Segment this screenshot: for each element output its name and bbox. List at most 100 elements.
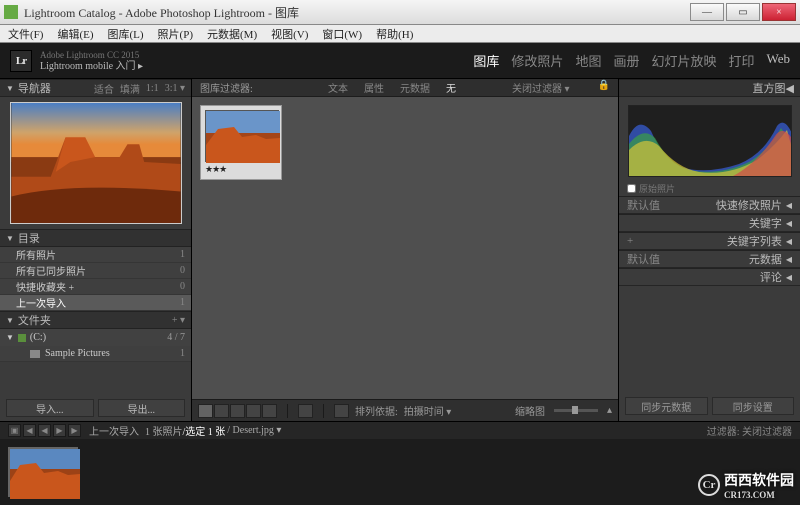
view-compare-icon[interactable] <box>230 404 245 418</box>
histogram-title: 直方图 <box>753 80 786 96</box>
folders-add-button[interactable]: + ▾ <box>172 315 185 326</box>
histogram-panel[interactable] <box>619 97 800 181</box>
module-web[interactable]: Web <box>767 51 791 70</box>
filmstrip-filter-dropdown[interactable]: 关闭过滤器 <box>742 427 792 438</box>
module-map[interactable]: 地图 <box>575 51 601 70</box>
grid-toolbar: 排列依据: 拍摄时间 ▾ 缩略图 ▴ <box>192 399 618 421</box>
nav-zoom-1-1[interactable]: 1:1 <box>146 83 159 94</box>
filmstrip-thumbnail[interactable] <box>8 447 78 497</box>
filter-attribute[interactable]: 属性 <box>364 80 384 95</box>
nav-back-icon[interactable]: ◀ <box>38 424 51 437</box>
folder-label: Sample Pictures <box>45 348 110 359</box>
grid-view[interactable]: ★★★ <box>192 97 618 399</box>
folder-item[interactable]: Sample Pictures 1 <box>0 346 191 362</box>
catalog-quick-collection[interactable]: 快捷收藏夹 +0 <box>0 279 191 295</box>
app-icon <box>4 5 18 19</box>
navigator-header[interactable]: ▼ 导航器 适合 填满 1:1 3:1 ▾ <box>0 79 191 97</box>
catalog-synced-photos[interactable]: 所有已同步照片0 <box>0 263 191 279</box>
module-picker-bar: Lr Adobe Lightroom CC 2015 Lightroom mob… <box>0 43 800 79</box>
view-people-icon[interactable] <box>262 404 277 418</box>
watermark-text: 西西软件园 <box>724 470 794 490</box>
identity-plate[interactable]: Adobe Lightroom CC 2015 Lightroom mobile… <box>40 50 143 72</box>
nav-zoom-custom[interactable]: 3:1 ▾ <box>165 83 185 94</box>
navigator-title: 导航器 <box>18 80 51 96</box>
volume-header[interactable]: ▼ (C:) 4 / 7 <box>0 329 191 346</box>
filter-lock-icon[interactable]: 🔒 <box>598 80 610 95</box>
menu-metadata[interactable]: 元数据(M) <box>203 25 261 43</box>
catalog-title: 目录 <box>18 230 40 246</box>
filmstrip-filter-label: 过滤器: <box>707 427 740 438</box>
filmstrip[interactable] <box>0 439 800 505</box>
view-grid-icon[interactable] <box>198 404 213 418</box>
filter-metadata[interactable]: 元数据 <box>400 80 430 95</box>
nav-forward-all-icon[interactable]: ▶ <box>68 424 81 437</box>
module-slideshow[interactable]: 幻灯片放映 <box>651 51 716 70</box>
keywording-header[interactable]: 关键字◀ <box>619 214 800 232</box>
catalog-all-photos[interactable]: 所有照片1 <box>0 247 191 263</box>
original-photo-row: 原始照片 <box>619 181 800 196</box>
menu-library[interactable]: 图库(L) <box>104 25 148 43</box>
module-library[interactable]: 图库 <box>473 51 499 70</box>
module-print[interactable]: 打印 <box>728 51 754 70</box>
nav-zoom-fill[interactable]: 填满 <box>120 81 140 96</box>
comments-header[interactable]: 评论◀ <box>619 268 800 286</box>
view-survey-icon[interactable] <box>246 404 261 418</box>
filter-preset-dropdown[interactable]: 关闭过滤器 ▾ <box>512 80 570 95</box>
menu-photo[interactable]: 照片(P) <box>154 25 197 43</box>
metadata-header[interactable]: 默认值元数据◀ <box>619 250 800 268</box>
nav-forward-icon[interactable]: ▶ <box>53 424 66 437</box>
thumbnail-image <box>205 110 279 162</box>
thumbnail-cell[interactable]: ★★★ <box>200 105 282 180</box>
filmstrip-info-bar: ▣ ◀ ◀ ▶ ▶ 上一次导入 1 张照片 /选定 1 张 / Desert.j… <box>0 421 800 439</box>
toolbar-disclosure-icon[interactable]: ▴ <box>607 405 612 416</box>
disclosure-triangle-icon: ▼ <box>6 84 14 93</box>
watermark-logo-icon: Cr <box>698 474 720 496</box>
window-maximize-button[interactable]: ▭ <box>726 3 760 21</box>
thumbnail-size-slider[interactable] <box>554 409 598 412</box>
histogram-header[interactable]: 直方图 ◀ <box>619 79 800 97</box>
volume-space-label: 4 / 7 <box>167 332 185 343</box>
menu-edit[interactable]: 编辑(E) <box>53 25 97 43</box>
view-loupe-icon[interactable] <box>214 404 229 418</box>
source-label[interactable]: 上一次导入 <box>89 423 139 438</box>
menu-help[interactable]: 帮助(H) <box>372 25 417 43</box>
photo-count-label: 1 张照片 <box>145 423 183 438</box>
nav-back-all-icon[interactable]: ◀ <box>23 424 36 437</box>
folders-title: 文件夹 <box>18 312 51 328</box>
original-photo-checkbox[interactable] <box>627 184 636 193</box>
navigator-preview[interactable] <box>0 97 191 229</box>
sort-direction-icon[interactable] <box>334 404 349 418</box>
filter-text[interactable]: 文本 <box>328 80 348 95</box>
menu-view[interactable]: 视图(V) <box>267 25 312 43</box>
center-content: 图库过滤器: 文本 属性 元数据 无 关闭过滤器 ▾ 🔒 ★★★ <box>192 79 618 421</box>
window-minimize-button[interactable]: — <box>690 3 724 21</box>
catalog-previous-import[interactable]: 上一次导入1 <box>0 295 191 311</box>
folders-header[interactable]: ▼ 文件夹 + ▾ <box>0 311 191 329</box>
quick-develop-header[interactable]: 默认值快速修改照片◀ <box>619 196 800 214</box>
rating-stars[interactable]: ★★★ <box>205 164 277 175</box>
selected-count-label: /选定 1 张 <box>183 423 226 438</box>
export-button[interactable]: 导出... <box>98 399 186 417</box>
sync-settings-button[interactable]: 同步设置 <box>712 397 795 415</box>
brand-version: Adobe Lightroom CC 2015 <box>40 50 143 61</box>
sync-metadata-button[interactable]: 同步元数据 <box>625 397 708 415</box>
second-window-button[interactable]: ▣ <box>8 424 21 437</box>
current-file-label[interactable]: / Desert.jpg ▾ <box>227 425 281 436</box>
right-panel: 直方图 ◀ 原始照片 默认值快速修改照片◀ 关键字◀ +关键字列表◀ 默认值元数… <box>618 79 800 421</box>
nav-zoom-fit[interactable]: 适合 <box>94 81 114 96</box>
disclosure-triangle-icon: ◀ <box>786 82 794 95</box>
import-button[interactable]: 导入... <box>6 399 94 417</box>
catalog-header[interactable]: ▼ 目录 <box>0 229 191 247</box>
module-develop[interactable]: 修改照片 <box>511 51 563 70</box>
sort-label: 排列依据: <box>355 403 398 418</box>
menu-file[interactable]: 文件(F) <box>4 25 47 43</box>
keyword-list-header[interactable]: +关键字列表◀ <box>619 232 800 250</box>
volume-status-icon <box>18 334 26 342</box>
module-book[interactable]: 画册 <box>613 51 639 70</box>
menu-window[interactable]: 窗口(W) <box>318 25 366 43</box>
painter-tool-icon[interactable] <box>298 404 313 418</box>
window-close-button[interactable]: × <box>762 3 796 21</box>
filter-none[interactable]: 无 <box>446 80 456 95</box>
brand-mobile-link[interactable]: Lightroom mobile 入门 ▸ <box>40 61 143 72</box>
sort-dropdown[interactable]: 拍摄时间 ▾ <box>404 403 452 418</box>
